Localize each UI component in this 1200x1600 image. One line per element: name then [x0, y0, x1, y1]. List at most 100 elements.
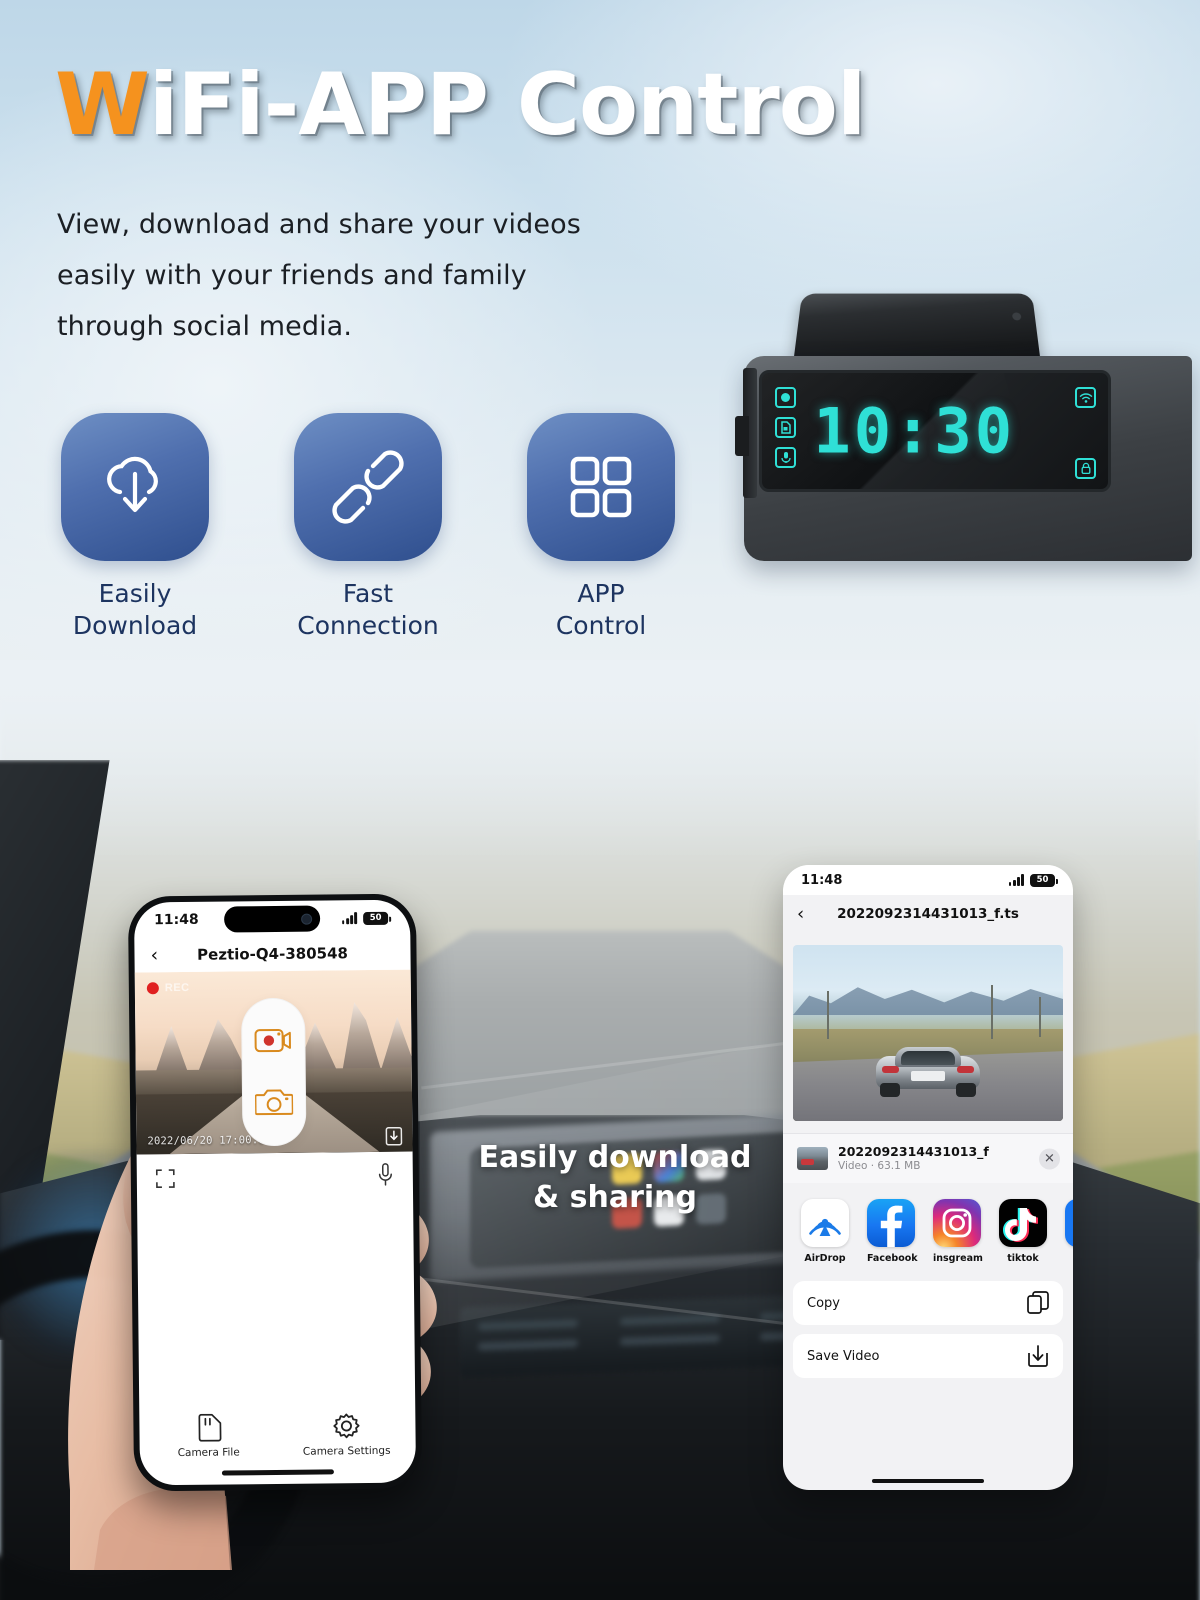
record-dot-icon	[146, 982, 159, 995]
share-target-airdrop[interactable]: AirDrop	[801, 1199, 849, 1264]
close-icon[interactable]: ✕	[1039, 1148, 1060, 1169]
home-indicator	[872, 1479, 984, 1483]
cloud-download-icon	[107, 456, 158, 513]
battery-icon: 50	[1030, 873, 1058, 887]
overlay-caption-line1: Easily download	[478, 1140, 752, 1175]
save-download-icon	[1028, 1345, 1048, 1367]
dashcam-device: 10:30	[735, 288, 1195, 593]
battery-level: 50	[1036, 875, 1049, 885]
phone-left-screen: 11:48 50 ‹ Peztio-Q4-380548 REC 2022/06/…	[133, 899, 417, 1486]
dashcam-display: 10:30	[759, 370, 1111, 492]
facebook-icon	[867, 1199, 915, 1247]
feature-label-line2: Download	[72, 611, 198, 640]
microphone-icon	[775, 447, 796, 468]
feature-label: Fast Connection	[294, 578, 442, 642]
phone-left-tab-bar: Camera File Camera Settings	[139, 1412, 415, 1460]
overlay-caption: Easily download & sharing	[470, 1138, 760, 1218]
page-title-rest: iFi-APP Control	[148, 55, 866, 155]
dashcam-left-indicators	[775, 387, 796, 468]
video-record-icon[interactable]	[254, 1027, 292, 1054]
chevron-left-icon[interactable]: ‹	[150, 944, 158, 966]
camera-shutter-icon[interactable]	[254, 1087, 294, 1117]
dashcam-right-indicators	[1075, 387, 1096, 479]
sd-card-icon	[775, 417, 796, 438]
preview-mountains	[793, 987, 1063, 1015]
microphone-icon[interactable]	[378, 1163, 393, 1188]
share-target-instagram[interactable]: insgream	[933, 1199, 983, 1264]
phone-left: 11:48 50 ‹ Peztio-Q4-380548 REC 2022/06/…	[127, 893, 423, 1492]
preview-car	[876, 1045, 980, 1097]
tab-camera-file[interactable]: Camera File	[139, 1413, 277, 1459]
tab-camera-settings[interactable]: Camera Settings	[277, 1412, 415, 1458]
share-target-tiktok[interactable]: tiktok	[999, 1199, 1047, 1264]
signal-icon	[341, 912, 358, 925]
app-grid-icon	[570, 456, 632, 518]
rec-label: REC	[164, 981, 190, 995]
action-copy[interactable]: Copy	[793, 1281, 1063, 1325]
subtitle-line: through social media.	[57, 310, 353, 342]
feature-tile	[527, 413, 675, 561]
front-camera-lens	[301, 913, 313, 925]
action-save-video[interactable]: Save Video	[793, 1334, 1063, 1378]
more-app-icon	[1065, 1199, 1073, 1247]
phone-left-nav-bar: ‹ Peztio-Q4-380548	[134, 936, 410, 973]
page-subtitle: View, download and share your videos eas…	[57, 200, 581, 352]
feature-label-line1: Easily	[98, 579, 172, 608]
phone-right-nav-bar: ‹ 2022092314431013_f.ts	[783, 895, 1073, 933]
feature-label-line1: APP	[577, 579, 625, 608]
wifi-icon	[1075, 387, 1096, 408]
signal-icon	[1008, 874, 1024, 886]
share-target-facebook[interactable]: Facebook	[867, 1199, 918, 1264]
share-target-next[interactable]	[1065, 1199, 1073, 1264]
tiktok-icon	[999, 1199, 1047, 1247]
roadside-pole	[1039, 997, 1041, 1037]
feature-label: Easily Download	[61, 578, 209, 642]
recording-indicator: REC	[146, 981, 190, 995]
share-target-label: insgream	[933, 1253, 983, 1264]
status-time: 11:48	[154, 911, 199, 929]
roadside-pole	[991, 985, 993, 1039]
chevron-left-icon[interactable]: ‹	[797, 904, 804, 925]
sd-card-icon	[197, 1413, 221, 1442]
feature-tile	[61, 413, 209, 561]
overlay-caption-line2: & sharing	[533, 1179, 697, 1215]
page-title: WiFi-APP Control	[55, 62, 866, 148]
video-preview[interactable]	[793, 945, 1063, 1121]
feature-label-line2: Control	[555, 611, 647, 640]
file-thumbnail	[797, 1146, 828, 1170]
action-label: Copy	[807, 1295, 840, 1311]
phone-right-status-bar: 11:48 50	[783, 865, 1073, 895]
roadside-pole	[827, 991, 829, 1039]
lock-icon	[1075, 458, 1096, 479]
file-name: 2022092314431013_f	[838, 1144, 989, 1159]
dashcam-sd-slot	[735, 416, 749, 456]
tab-label: Camera Settings	[302, 1444, 391, 1458]
feature-label: APP Control	[527, 578, 675, 642]
copy-icon	[1027, 1291, 1049, 1314]
download-file-icon[interactable]	[385, 1126, 403, 1146]
instagram-icon	[933, 1199, 981, 1247]
phone-right-nav-title: 2022092314431013_f.ts	[837, 906, 1019, 922]
phone-left-nav-title: Peztio-Q4-380548	[197, 944, 348, 964]
airdrop-icon	[801, 1199, 849, 1247]
feature-list: Easily Download Fast Connection APP Cont…	[61, 413, 675, 642]
page-title-highlight: W	[55, 55, 150, 155]
feature-item-fast-connection[interactable]: Fast Connection	[294, 413, 442, 642]
horizon-haze	[0, 660, 1200, 860]
phone-left-control-bar	[137, 1152, 414, 1205]
subtitle-line: View, download and share your videos	[57, 209, 581, 240]
feature-item-app-control[interactable]: APP Control	[527, 413, 675, 642]
action-label: Save Video	[807, 1348, 880, 1364]
fullscreen-icon[interactable]	[155, 1168, 176, 1189]
home-indicator	[221, 1469, 334, 1476]
feature-label-line2: Connection	[297, 611, 439, 640]
tab-label: Camera File	[177, 1446, 240, 1460]
feature-tile	[294, 413, 442, 561]
share-file-header: 2022092314431013_f Video · 63.1 MB ✕	[783, 1133, 1073, 1183]
feature-item-easily-download[interactable]: Easily Download	[61, 413, 209, 642]
capture-controls	[241, 998, 306, 1146]
share-target-label: Facebook	[867, 1253, 918, 1264]
share-target-label: tiktok	[1007, 1253, 1039, 1264]
record-dot-icon	[775, 387, 796, 408]
status-time: 11:48	[801, 872, 843, 888]
